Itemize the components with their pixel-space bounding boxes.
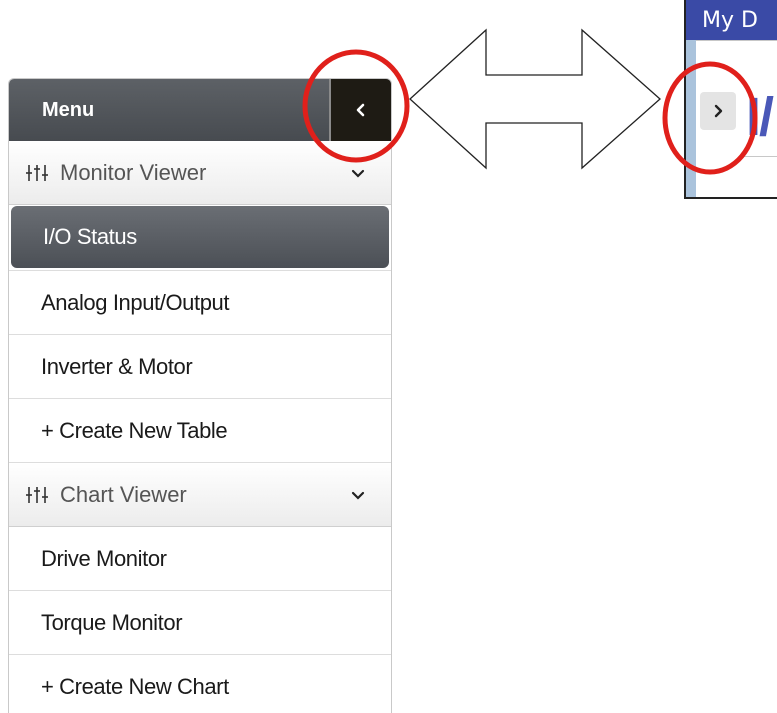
menu-item-label: Analog Input/Output bbox=[41, 289, 230, 315]
menu-item-create-new-chart[interactable]: + Create New Chart bbox=[9, 655, 391, 713]
page: Menu Monitor Viewer I/O Status Analog In… bbox=[0, 0, 777, 713]
section-chart-viewer[interactable]: Chart Viewer bbox=[9, 463, 391, 527]
menu-item-analog-input-output[interactable]: Analog Input/Output bbox=[9, 271, 391, 335]
sliders-icon bbox=[26, 164, 48, 181]
menu-item-create-new-table[interactable]: + Create New Table bbox=[9, 399, 391, 463]
chevron-down-icon bbox=[351, 169, 365, 178]
chevron-left-icon bbox=[356, 103, 365, 117]
list-item-wrapper: I/O Status bbox=[9, 205, 391, 271]
double-headed-arrow bbox=[409, 28, 661, 170]
menu-header: Menu bbox=[9, 79, 391, 141]
page-heading: I/ bbox=[746, 87, 774, 147]
menu-item-label: Inverter & Motor bbox=[41, 353, 193, 379]
section-title: Monitor Viewer bbox=[60, 159, 207, 185]
title-bar: My D bbox=[686, 0, 777, 41]
menu-item-label: I/O Status bbox=[43, 224, 137, 249]
collapse-sidebar-button[interactable] bbox=[329, 79, 391, 141]
section-title: Chart Viewer bbox=[60, 481, 187, 507]
expand-sidebar-button[interactable] bbox=[700, 92, 736, 130]
menu-item-io-status[interactable]: I/O Status bbox=[11, 206, 389, 268]
chevron-right-icon bbox=[714, 104, 723, 118]
sidebar-menu: Menu Monitor Viewer I/O Status Analog In… bbox=[8, 78, 392, 713]
menu-item-drive-monitor[interactable]: Drive Monitor bbox=[9, 527, 391, 591]
sliders-icon bbox=[26, 486, 48, 503]
menu-item-inverter-motor[interactable]: Inverter & Motor bbox=[9, 335, 391, 399]
menu-item-torque-monitor[interactable]: Torque Monitor bbox=[9, 591, 391, 655]
heading-divider bbox=[741, 156, 777, 157]
section-monitor-viewer[interactable]: Monitor Viewer bbox=[9, 141, 391, 205]
chevron-down-icon bbox=[351, 491, 365, 500]
collapsed-sidebar-strip bbox=[686, 40, 696, 197]
menu-item-label: + Create New Table bbox=[41, 417, 228, 443]
menu-item-label: + Create New Chart bbox=[41, 673, 229, 699]
collapsed-view-inset: My D I/ bbox=[684, 0, 777, 199]
menu-item-label: Torque Monitor bbox=[41, 609, 183, 635]
menu-item-label: Drive Monitor bbox=[41, 545, 167, 571]
menu-title: Menu bbox=[42, 98, 95, 121]
